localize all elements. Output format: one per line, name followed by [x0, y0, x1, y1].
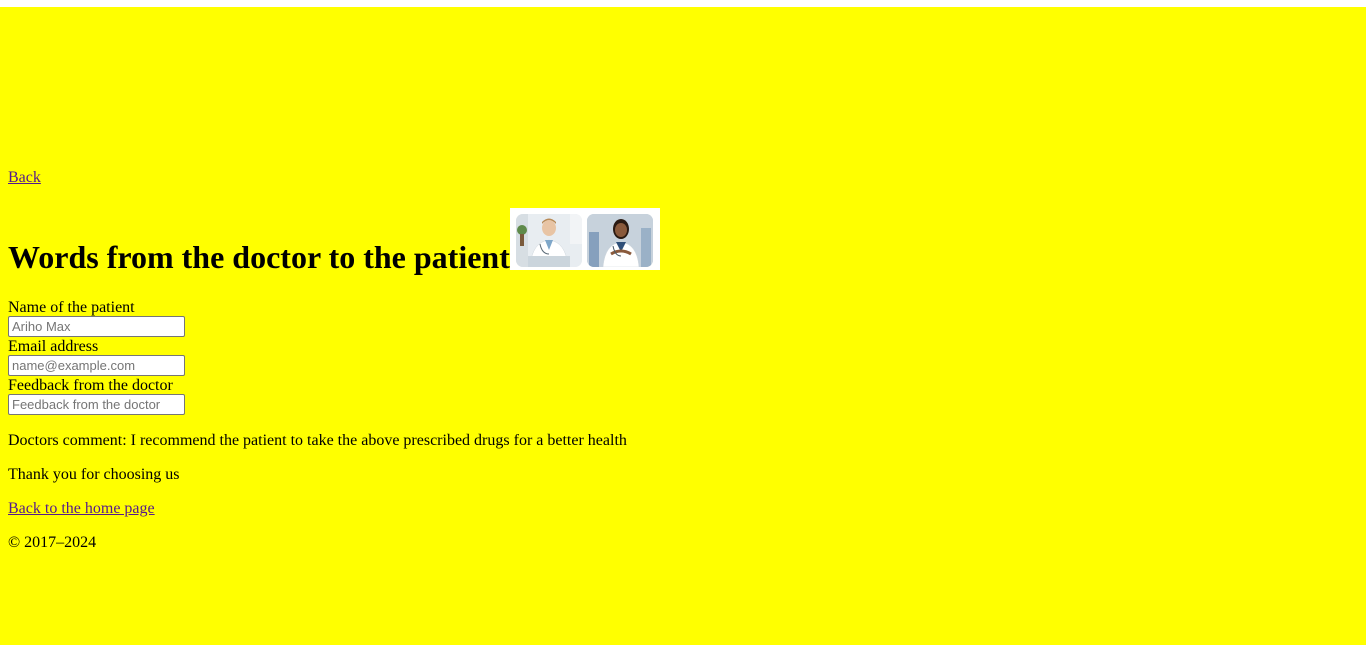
title-row: Words from the doctor to the patient — [8, 208, 660, 274]
male-doctor-photo — [515, 214, 582, 267]
feedback-input[interactable] — [8, 394, 185, 415]
doctor-comment: Doctors comment: I recommend the patient… — [8, 432, 627, 449]
email-input[interactable] — [8, 355, 185, 376]
home-page-link[interactable]: Back to the home page — [8, 500, 155, 518]
back-link[interactable]: Back — [8, 169, 41, 187]
feedback-label: Feedback from the doctor — [8, 377, 173, 394]
doctor-photos-image — [509, 208, 660, 270]
page-title: Words from the doctor to the patient — [8, 239, 510, 275]
female-doctor-illustration — [586, 214, 653, 267]
email-label: Email address — [8, 338, 99, 355]
feedback-form: Name of the patient Email address Feedba… — [8, 299, 185, 416]
page-body: Back Words from the doctor to the patien… — [0, 7, 1366, 645]
female-doctor-photo — [586, 214, 653, 267]
patient-name-label: Name of the patient — [8, 299, 135, 316]
thank-you-text: Thank you for choosing us — [8, 466, 180, 483]
male-doctor-illustration — [515, 214, 582, 267]
copyright-text: © 2017–2024 — [8, 534, 97, 551]
patient-name-input[interactable] — [8, 316, 185, 337]
